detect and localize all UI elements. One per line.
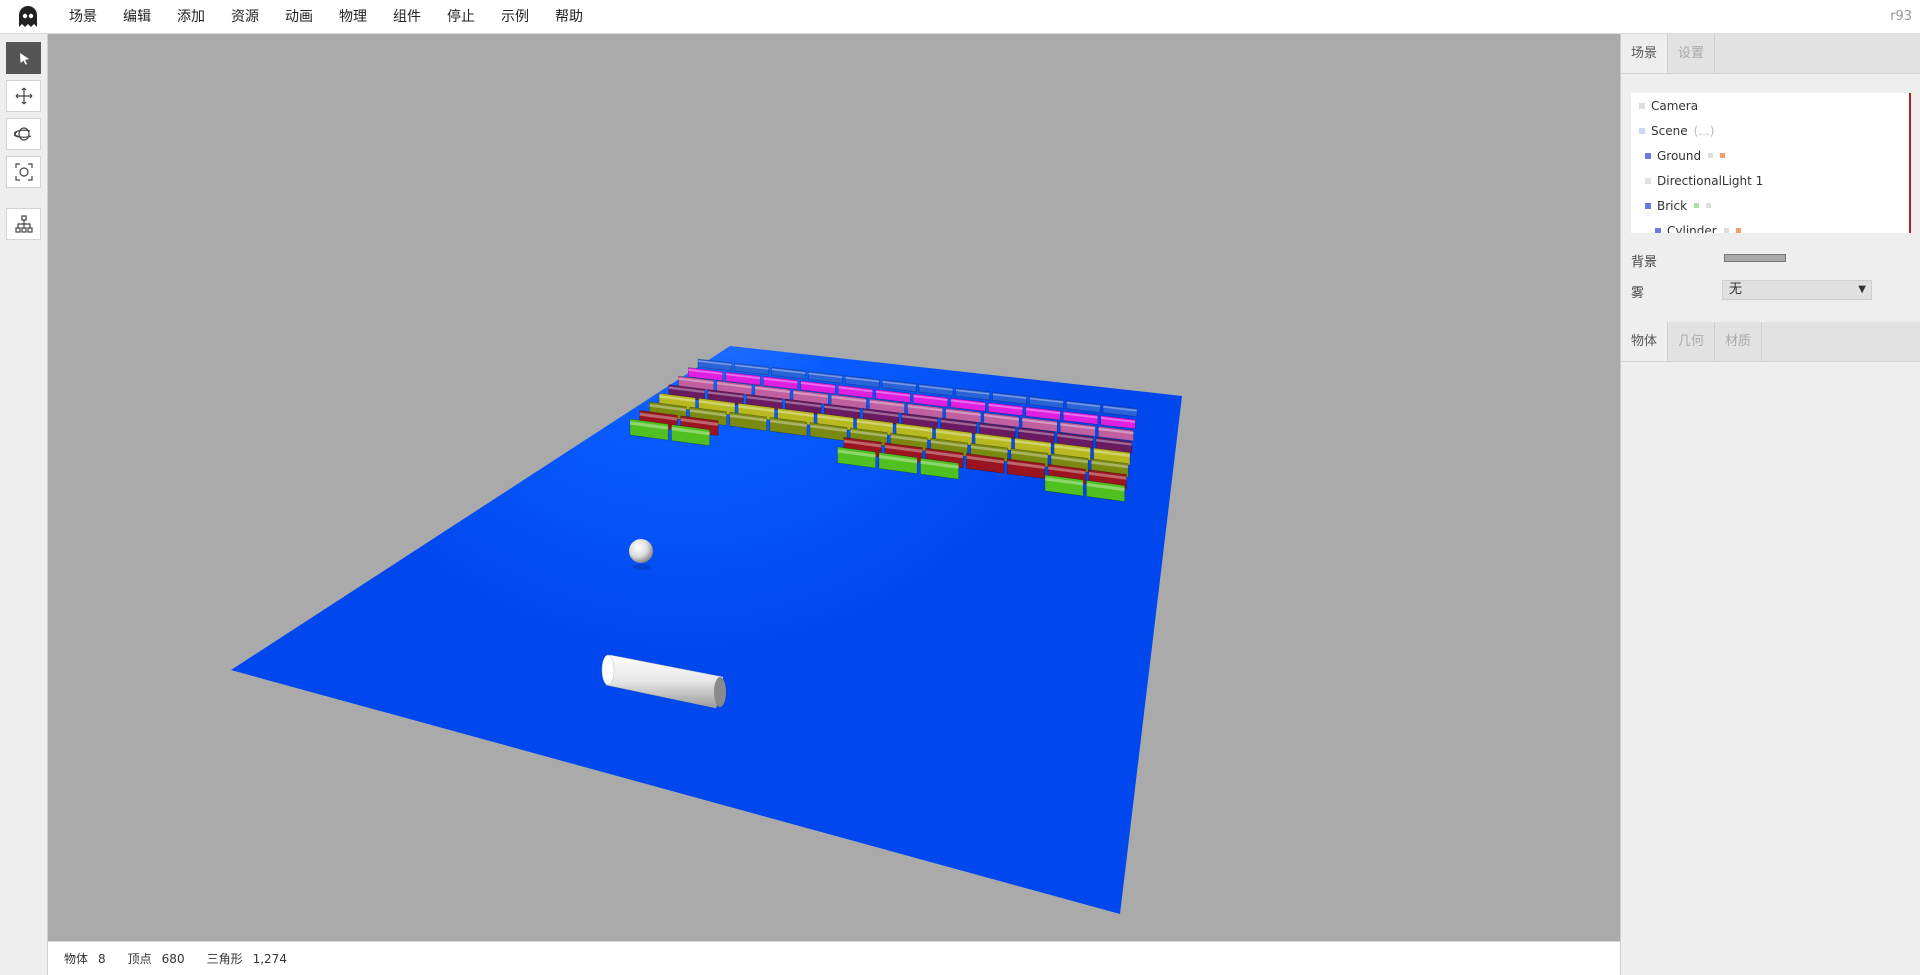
scene-render xyxy=(231,346,1182,914)
scale-tool-button[interactable] xyxy=(6,156,41,188)
hierarchy-icon xyxy=(14,215,33,233)
outliner-row-directionallight[interactable]: DirectionalLight 1 xyxy=(1631,168,1909,193)
menu-assets[interactable]: 资源 xyxy=(218,0,272,34)
menu-add[interactable]: 添加 xyxy=(164,0,218,34)
outliner-row-cylinder[interactable]: Cylinder xyxy=(1631,218,1909,233)
3d-viewport[interactable] xyxy=(48,34,1620,941)
menu-edit[interactable]: 编辑 xyxy=(110,0,164,34)
material-icon xyxy=(1720,153,1726,158)
ball xyxy=(629,539,653,563)
rotate-icon xyxy=(13,127,31,141)
menu-components[interactable]: 组件 xyxy=(380,0,434,34)
material-icon xyxy=(1735,228,1741,233)
fog-select-value: 无 xyxy=(1729,282,1743,297)
menu-animation[interactable]: 动画 xyxy=(272,0,326,34)
select-arrow-icon xyxy=(19,53,29,65)
mesh-type-icon xyxy=(1655,227,1661,233)
menu-stop[interactable]: 停止 xyxy=(434,0,488,34)
triangles-value: 1,274 xyxy=(252,952,287,966)
scene-type-icon xyxy=(1639,127,1645,134)
move-icon xyxy=(15,87,32,105)
mesh-type-icon xyxy=(1645,202,1651,209)
outliner-label: Ground xyxy=(1657,148,1702,163)
scene-outliner[interactable]: Camera Scene (...) Ground DirectionalLig… xyxy=(1631,93,1911,233)
right-sidebar: 场景 设置 Camera Scene (...) Ground Directio… xyxy=(1620,34,1920,975)
vertices-label: 顶点 xyxy=(127,952,152,966)
version-label: r93 xyxy=(1890,9,1912,24)
objects-value: 8 xyxy=(98,952,106,966)
outliner-row-brick[interactable]: Brick xyxy=(1631,193,1909,218)
mesh-type-icon xyxy=(1645,152,1651,159)
tab-material[interactable]: 材质 xyxy=(1715,322,1763,361)
outliner-row-scene[interactable]: Scene (...) xyxy=(1631,118,1909,143)
tab-settings[interactable]: 设置 xyxy=(1668,34,1716,73)
fog-select[interactable]: 无 ▼ xyxy=(1722,280,1872,300)
status-bar: 物体 8 顶点 680 三角形 1,274 xyxy=(48,941,1620,975)
sidebar-top-tabs: 场景 设置 xyxy=(1621,34,1920,74)
rotate-tool-button[interactable] xyxy=(6,118,41,150)
tab-geometry[interactable]: 几何 xyxy=(1668,322,1716,361)
camera-type-icon xyxy=(1639,102,1645,109)
left-toolbar xyxy=(0,34,48,975)
outliner-label: Cylinder xyxy=(1667,223,1717,234)
menu-examples[interactable]: 示例 xyxy=(488,0,542,34)
triangles-label: 三角形 xyxy=(206,952,243,966)
outliner-label: Scene xyxy=(1651,123,1688,138)
background-label: 背景 xyxy=(1631,255,1658,270)
geometry-icon xyxy=(1723,228,1729,233)
ball-shadow xyxy=(633,564,651,570)
vertices-value: 680 xyxy=(161,952,185,966)
vertices-stat: 顶点 680 xyxy=(128,950,185,967)
scale-icon xyxy=(14,163,33,181)
objects-stat: 物体 8 xyxy=(64,950,106,967)
tab-object[interactable]: 物体 xyxy=(1621,322,1669,361)
triangles-stat: 三角形 1,274 xyxy=(207,950,287,967)
hierarchy-tool-button[interactable] xyxy=(6,208,41,240)
outliner-label: Camera xyxy=(1651,98,1699,113)
sidebar-properties-tabs: 物体 几何 材质 xyxy=(1621,322,1920,362)
move-tool-button[interactable] xyxy=(6,80,41,112)
objects-label: 物体 xyxy=(64,952,89,966)
outliner-row-camera[interactable]: Camera xyxy=(1631,93,1909,118)
menu-help[interactable]: 帮助 xyxy=(542,0,596,34)
menu-physics[interactable]: 物理 xyxy=(326,0,380,34)
menu-scene[interactable]: 场景 xyxy=(56,0,110,34)
tab-scene[interactable]: 场景 xyxy=(1621,34,1669,73)
ghost-logo-icon[interactable] xyxy=(0,0,56,34)
outliner-label: DirectionalLight 1 xyxy=(1657,173,1764,188)
light-type-icon xyxy=(1645,177,1651,184)
fog-label: 雾 xyxy=(1631,286,1645,301)
geometry-icon xyxy=(1694,203,1700,208)
dropdown-arrow-icon: ▼ xyxy=(1858,284,1866,295)
background-color-swatch[interactable] xyxy=(1724,254,1786,262)
geometry-icon xyxy=(1708,153,1714,158)
material-icon xyxy=(1706,203,1712,208)
outliner-extra: (...) xyxy=(1693,123,1715,138)
menubar: 场景 编辑 添加 资源 动画 物理 组件 停止 示例 帮助 r93 xyxy=(0,0,1920,34)
outliner-label: Brick xyxy=(1657,198,1688,213)
outliner-row-ground[interactable]: Ground xyxy=(1631,143,1909,168)
select-tool-button[interactable] xyxy=(6,42,41,74)
